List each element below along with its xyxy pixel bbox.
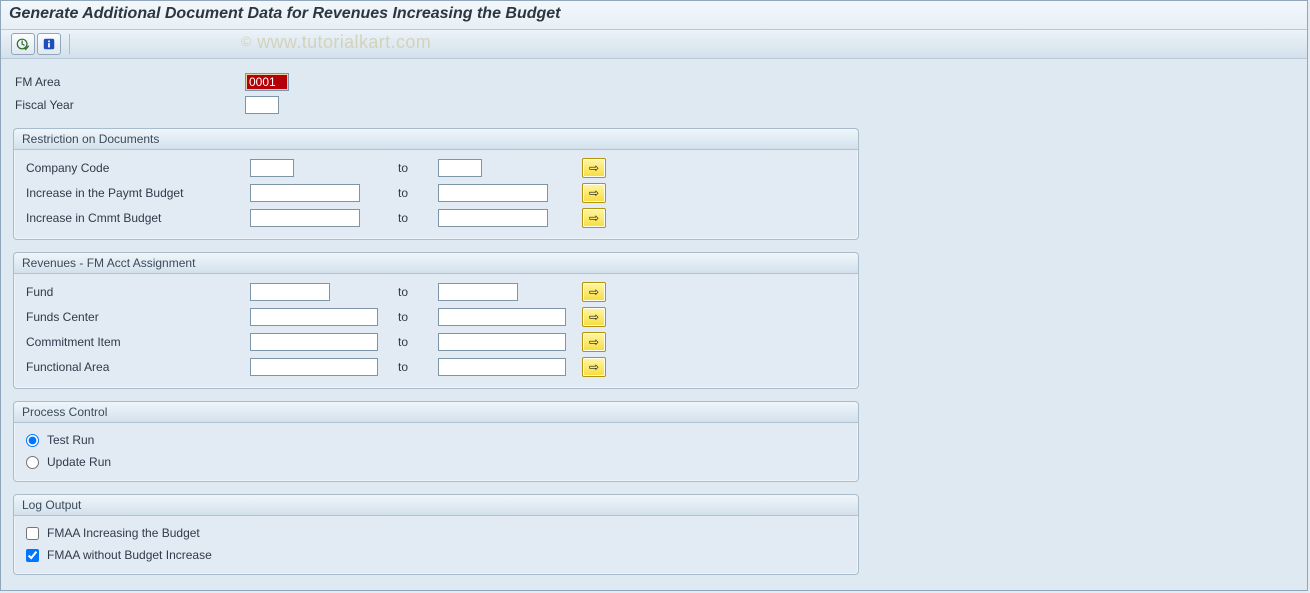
to-label: to [398, 285, 438, 299]
to-label: to [398, 360, 438, 374]
arrow-right-icon: ⇨ [589, 336, 599, 348]
increase-cmmt-label: Increase in Cmmt Budget [22, 211, 250, 225]
arrow-right-icon: ⇨ [589, 311, 599, 323]
update-run-row: Update Run [22, 451, 850, 473]
group-process-title: Process Control [14, 402, 858, 423]
company-code-row: Company Code to ⇨ [22, 156, 850, 180]
fund-label: Fund [22, 285, 250, 299]
group-restriction: Restriction on Documents Company Code to… [13, 128, 859, 240]
multiple-selection-button[interactable]: ⇨ [582, 332, 606, 352]
fmaa-without-label: FMAA without Budget Increase [47, 548, 212, 562]
increase-cmmt-from[interactable] [250, 209, 360, 227]
group-log-body: FMAA Increasing the Budget FMAA without … [14, 516, 858, 574]
multiple-selection-button[interactable]: ⇨ [582, 357, 606, 377]
commitment-item-to[interactable] [438, 333, 566, 351]
watermark: © www.tutorialkart.com [241, 32, 431, 53]
funds-center-row: Funds Center to ⇨ [22, 305, 850, 329]
commitment-item-label: Commitment Item [22, 335, 250, 349]
multiple-selection-button[interactable]: ⇨ [582, 282, 606, 302]
commitment-item-from[interactable] [250, 333, 378, 351]
group-restriction-title: Restriction on Documents [14, 129, 858, 150]
functional-area-row: Functional Area to ⇨ [22, 355, 850, 379]
increase-cmmt-row: Increase in Cmmt Budget to ⇨ [22, 206, 850, 230]
multiple-selection-button[interactable]: ⇨ [582, 307, 606, 327]
test-run-radio[interactable] [26, 434, 39, 447]
group-log-title: Log Output [14, 495, 858, 516]
update-run-radio[interactable] [26, 456, 39, 469]
fmaa-increasing-check[interactable] [26, 527, 39, 540]
group-restriction-body: Company Code to ⇨ Increase in the Paymt … [14, 150, 858, 239]
group-process: Process Control Test Run Update Run [13, 401, 859, 482]
test-run-label: Test Run [47, 433, 94, 447]
group-process-body: Test Run Update Run [14, 423, 858, 481]
group-log: Log Output FMAA Increasing the Budget FM… [13, 494, 859, 575]
update-run-label: Update Run [47, 455, 111, 469]
fmaa-increasing-row: FMAA Increasing the Budget [22, 522, 850, 544]
execute-button[interactable] [11, 33, 35, 55]
arrow-right-icon: ⇨ [589, 212, 599, 224]
header-fields: FM Area Fiscal Year [13, 71, 1295, 116]
to-label: to [398, 310, 438, 324]
info-icon [42, 37, 56, 51]
arrow-right-icon: ⇨ [589, 187, 599, 199]
funds-center-from[interactable] [250, 308, 378, 326]
functional-area-to[interactable] [438, 358, 566, 376]
funds-center-label: Funds Center [22, 310, 250, 324]
commitment-item-row: Commitment Item to ⇨ [22, 330, 850, 354]
app-toolbar: © www.tutorialkart.com [1, 30, 1307, 59]
page-title: Generate Additional Document Data for Re… [1, 1, 1307, 30]
company-code-label: Company Code [22, 161, 250, 175]
increase-paymt-from[interactable] [250, 184, 360, 202]
app-window: Generate Additional Document Data for Re… [0, 0, 1308, 591]
toolbar-separator [69, 34, 70, 54]
group-revenues-body: Fund to ⇨ Funds Center to ⇨ Commitment I… [14, 274, 858, 388]
fmaa-without-check[interactable] [26, 549, 39, 562]
increase-paymt-label: Increase in the Paymt Budget [22, 186, 250, 200]
company-code-from[interactable] [250, 159, 294, 177]
watermark-text: www.tutorialkart.com [257, 32, 431, 52]
multiple-selection-button[interactable]: ⇨ [582, 158, 606, 178]
fiscal-year-row: Fiscal Year [13, 94, 1295, 116]
to-label: to [398, 335, 438, 349]
increase-cmmt-to[interactable] [438, 209, 548, 227]
to-label: to [398, 161, 438, 175]
info-button[interactable] [37, 33, 61, 55]
test-run-row: Test Run [22, 429, 850, 451]
funds-center-to[interactable] [438, 308, 566, 326]
fund-row: Fund to ⇨ [22, 280, 850, 304]
fund-from[interactable] [250, 283, 330, 301]
arrow-right-icon: ⇨ [589, 286, 599, 298]
increase-paymt-to[interactable] [438, 184, 548, 202]
fiscal-year-label: Fiscal Year [13, 98, 245, 112]
clock-check-icon [16, 37, 30, 51]
functional-area-label: Functional Area [22, 360, 250, 374]
fm-area-label: FM Area [13, 75, 245, 89]
multiple-selection-button[interactable]: ⇨ [582, 183, 606, 203]
form-body: FM Area Fiscal Year Restriction on Docum… [1, 59, 1307, 593]
fm-area-input[interactable] [245, 73, 289, 91]
fiscal-year-input[interactable] [245, 96, 279, 114]
to-label: to [398, 186, 438, 200]
multiple-selection-button[interactable]: ⇨ [582, 208, 606, 228]
fund-to[interactable] [438, 283, 518, 301]
increase-paymt-row: Increase in the Paymt Budget to ⇨ [22, 181, 850, 205]
arrow-right-icon: ⇨ [589, 162, 599, 174]
to-label: to [398, 211, 438, 225]
group-revenues-title: Revenues - FM Acct Assignment [14, 253, 858, 274]
fmaa-without-row: FMAA without Budget Increase [22, 544, 850, 566]
functional-area-from[interactable] [250, 358, 378, 376]
arrow-right-icon: ⇨ [589, 361, 599, 373]
company-code-to[interactable] [438, 159, 482, 177]
fm-area-row: FM Area [13, 71, 1295, 93]
fmaa-increasing-label: FMAA Increasing the Budget [47, 526, 200, 540]
group-revenues: Revenues - FM Acct Assignment Fund to ⇨ … [13, 252, 859, 389]
